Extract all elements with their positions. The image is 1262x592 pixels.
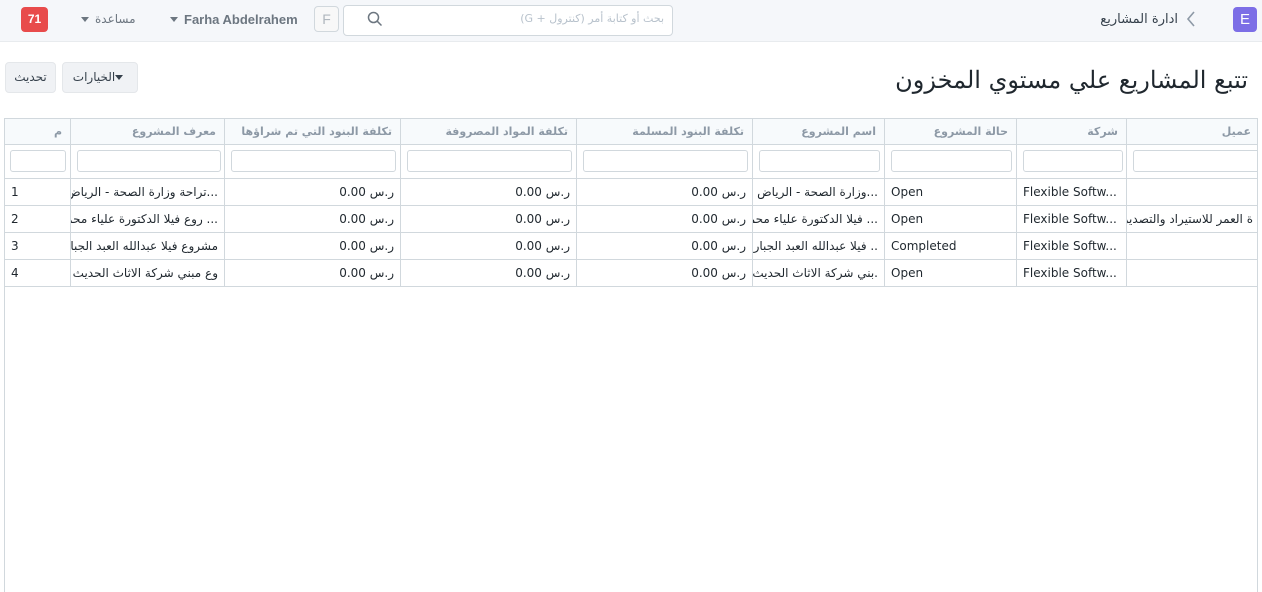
filter-input-purchased-cost[interactable] xyxy=(231,150,396,172)
cell-customer[interactable]: ة العمر للاستيراد والتصدير xyxy=(1127,206,1257,232)
cell-project-id[interactable]: ... روع فيلا الدكتورة علياء محمد xyxy=(71,206,225,232)
navbar: E ادارة المشاريع بحث أو كتابة أمر (كنترو… xyxy=(0,0,1262,42)
filter-input-row-no[interactable] xyxy=(10,150,66,172)
help-caret-down-icon[interactable] xyxy=(81,17,89,22)
column-header-status[interactable]: حالة المشروع xyxy=(885,119,1017,144)
column-header-project-id[interactable]: معرف المشروع xyxy=(71,119,225,144)
cell-consumed-cost[interactable]: ر.س 0.00 xyxy=(401,260,577,286)
filter-cell xyxy=(71,145,225,178)
filter-input-status[interactable] xyxy=(891,150,1012,172)
notification-badge[interactable]: 71 xyxy=(21,7,48,32)
cell-status[interactable]: Open xyxy=(885,179,1017,205)
help-menu-label[interactable]: مساعدة xyxy=(95,12,136,26)
cell-project-name[interactable]: ... فيلا الدكتورة علياء محمد xyxy=(753,206,885,232)
filter-cell xyxy=(1017,145,1127,178)
search-placeholder: بحث أو كتابة أمر (كنترول + G) xyxy=(520,12,664,25)
cell-row-no[interactable]: 1 xyxy=(5,179,71,205)
grid-header-row: م معرف المشروع تكلفة البنود التي تم شراؤ… xyxy=(5,119,1257,145)
user-caret-down-icon[interactable] xyxy=(170,17,178,22)
cell-project-name[interactable]: ...وزارة الصحة - الرياض xyxy=(753,179,885,205)
options-label: الخيارات xyxy=(72,70,116,84)
cell-project-id[interactable]: وع مبني شركة الاثاث الحديث xyxy=(71,260,225,286)
search-icon xyxy=(367,11,383,27)
cell-purchased-cost[interactable]: ر.س 0.00 xyxy=(225,179,401,205)
filter-input-company[interactable] xyxy=(1023,150,1123,172)
cell-status[interactable]: Completed xyxy=(885,233,1017,259)
column-header-row-no[interactable]: م xyxy=(5,119,71,144)
cell-status[interactable]: Open xyxy=(885,206,1017,232)
grid-filter-row xyxy=(5,145,1257,179)
cell-delivered-cost[interactable]: ر.س 0.00 xyxy=(577,206,753,232)
filter-input-customer[interactable] xyxy=(1133,150,1257,172)
column-header-customer[interactable]: عميل xyxy=(1127,119,1257,144)
chevron-left-icon xyxy=(1186,11,1195,27)
filter-cell xyxy=(401,145,577,178)
filter-input-consumed-cost[interactable] xyxy=(407,150,572,172)
cell-consumed-cost[interactable]: ر.س 0.00 xyxy=(401,206,577,232)
cell-row-no[interactable]: 2 xyxy=(5,206,71,232)
cell-delivered-cost[interactable]: ر.س 0.00 xyxy=(577,179,753,205)
report-grid: م معرف المشروع تكلفة البنود التي تم شراؤ… xyxy=(4,118,1258,592)
table-row[interactable]: 3 مشروع فيلا عبدالله العبد الجبار ر.س 0.… xyxy=(5,233,1257,260)
cell-delivered-cost[interactable]: ر.س 0.00 xyxy=(577,233,753,259)
cell-company[interactable]: Flexible Softw... xyxy=(1017,260,1127,286)
cell-company[interactable]: Flexible Softw... xyxy=(1017,179,1127,205)
cell-row-no[interactable]: 3 xyxy=(5,233,71,259)
cell-project-id[interactable]: ...تراحة وزارة الصحة - الرياض xyxy=(71,179,225,205)
options-button[interactable]: الخيارات xyxy=(62,62,138,93)
cell-row-no[interactable]: 4 xyxy=(5,260,71,286)
cell-purchased-cost[interactable]: ر.س 0.00 xyxy=(225,206,401,232)
cell-customer[interactable] xyxy=(1127,260,1257,286)
cell-company[interactable]: Flexible Softw... xyxy=(1017,233,1127,259)
cell-project-name[interactable]: .بني شركة الاثاث الحديث xyxy=(753,260,885,286)
filter-input-delivered-cost[interactable] xyxy=(583,150,748,172)
cell-project-name[interactable]: .. فيلا عبدالله العبد الجبار xyxy=(753,233,885,259)
filter-cell xyxy=(225,145,401,178)
cell-customer[interactable] xyxy=(1127,233,1257,259)
breadcrumb-project-management[interactable]: ادارة المشاريع xyxy=(1100,12,1178,27)
user-menu-label[interactable]: Farha Abdelrahem xyxy=(184,12,298,27)
caret-down-icon xyxy=(115,75,124,80)
column-header-consumed-cost[interactable]: تكلفة المواد المصروفة xyxy=(401,119,577,144)
cell-delivered-cost[interactable]: ر.س 0.00 xyxy=(577,260,753,286)
filter-cell xyxy=(885,145,1017,178)
cell-company[interactable]: Flexible Softw... xyxy=(1017,206,1127,232)
table-row[interactable]: 2 ... روع فيلا الدكتورة علياء محمد ر.س 0… xyxy=(5,206,1257,233)
cell-project-id[interactable]: مشروع فيلا عبدالله العبد الجبار xyxy=(71,233,225,259)
filter-cell xyxy=(753,145,885,178)
table-row[interactable]: 4 وع مبني شركة الاثاث الحديث ر.س 0.00 ر.… xyxy=(5,260,1257,287)
cell-customer[interactable] xyxy=(1127,179,1257,205)
filter-cell xyxy=(577,145,753,178)
cell-purchased-cost[interactable]: ر.س 0.00 xyxy=(225,260,401,286)
page-title: تتبع المشاريع علي مستوي المخزون xyxy=(895,66,1248,94)
filter-input-project-name[interactable] xyxy=(759,150,880,172)
app-logo[interactable]: E xyxy=(1233,7,1257,32)
column-header-delivered-cost[interactable]: تكلفة البنود المسلمة xyxy=(577,119,753,144)
column-header-company[interactable]: شركة xyxy=(1017,119,1127,144)
cell-status[interactable]: Open xyxy=(885,260,1017,286)
cell-purchased-cost[interactable]: ر.س 0.00 xyxy=(225,233,401,259)
cell-consumed-cost[interactable]: ر.س 0.00 xyxy=(401,233,577,259)
column-header-purchased-cost[interactable]: تكلفة البنود التي تم شراؤها xyxy=(225,119,401,144)
table-row[interactable]: 1 ...تراحة وزارة الصحة - الرياض ر.س 0.00… xyxy=(5,179,1257,206)
filter-cell xyxy=(5,145,71,178)
avatar[interactable]: F xyxy=(314,6,339,32)
cell-consumed-cost[interactable]: ر.س 0.00 xyxy=(401,179,577,205)
filter-cell xyxy=(1127,145,1257,178)
column-header-project-name[interactable]: اسم المشروع xyxy=(753,119,885,144)
filter-input-project-id[interactable] xyxy=(77,150,221,172)
refresh-button[interactable]: تحديث xyxy=(5,62,56,93)
